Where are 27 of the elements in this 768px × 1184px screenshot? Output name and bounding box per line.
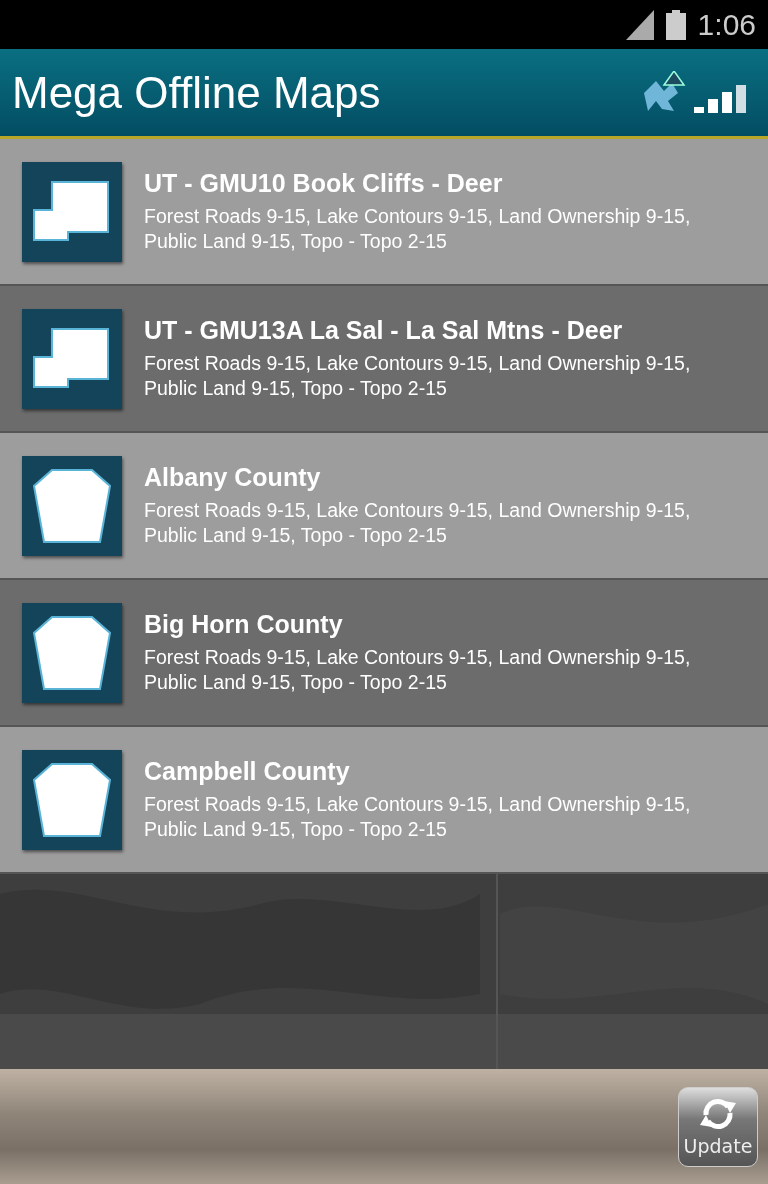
map-layers: Forest Roads 9-15, Lake Contours 9-15, Land Ownership 9-15, Public Land 9-15, Topo - Topo 2-15 [144, 204, 692, 255]
map-list-item[interactable]: Big Horn County Forest Roads 9-15, Lake Contours 9-15, Land Ownership 9-15, Public Land 9-15, Topo - Topo 2-15 [0, 580, 768, 728]
map-name: Campbell County [144, 757, 351, 787]
map-outline-icon [22, 602, 122, 703]
map-list-item[interactable]: UT - GMU13A La Sal - La Sal Mtns - Deer Forest Roads 9-15, Lake Contours 9-15, Land Ownership 9-15, Public Land 9-15, Topo - Topo 2-15 [0, 286, 768, 434]
map-outline-icon [22, 749, 122, 850]
battery-icon [665, 9, 686, 40]
refresh-icon [698, 1096, 738, 1131]
update-button[interactable]: Update [678, 1086, 758, 1167]
map-outline-icon [22, 455, 122, 556]
map-name: UT - GMU13A La Sal - La Sal Mtns - Deer [144, 316, 624, 346]
map-list-item[interactable]: UT - GMU10 Book Cliffs - Deer Forest Roads 9-15, Lake Contours 9-15, Land Ownership 9-15, Public Land 9-15, Topo - Topo 2-15 [0, 139, 768, 287]
signal-strength-icon [694, 84, 746, 113]
map-outline-icon [22, 308, 122, 409]
map-name: Big Horn County [144, 610, 344, 640]
map-layers: Forest Roads 9-15, Lake Contours 9-15, Land Ownership 9-15, Public Land 9-15, Topo - Topo 2-15 [144, 792, 692, 843]
map-layers: Forest Roads 9-15, Lake Contours 9-15, Land Ownership 9-15, Public Land 9-15, Topo - Topo 2-15 [144, 351, 692, 402]
map-name: Albany County [144, 463, 322, 493]
map-layers: Forest Roads 9-15, Lake Contours 9-15, Land Ownership 9-15, Public Land 9-15, Topo - Topo 2-15 [144, 645, 692, 696]
map-name: UT - GMU10 Book Cliffs - Deer [144, 169, 504, 199]
map-list-item[interactable]: Campbell County Forest Roads 9-15, Lake Contours 9-15, Land Ownership 9-15, Public Land 9-15, Topo - Topo 2-15 [0, 727, 768, 875]
map-list-item[interactable]: Albany County Forest Roads 9-15, Lake Contours 9-15, Land Ownership 9-15, Public Land 9-15, Topo - Topo 2-15 [0, 433, 768, 581]
map-outline-icon [22, 161, 122, 262]
signal-icon [625, 9, 654, 40]
app-title: Mega Offline Maps [12, 67, 381, 118]
status-time: 1:06 [697, 7, 756, 42]
map-layers: Forest Roads 9-15, Lake Contours 9-15, Land Ownership 9-15, Public Land 9-15, Topo - Topo 2-15 [144, 498, 692, 549]
